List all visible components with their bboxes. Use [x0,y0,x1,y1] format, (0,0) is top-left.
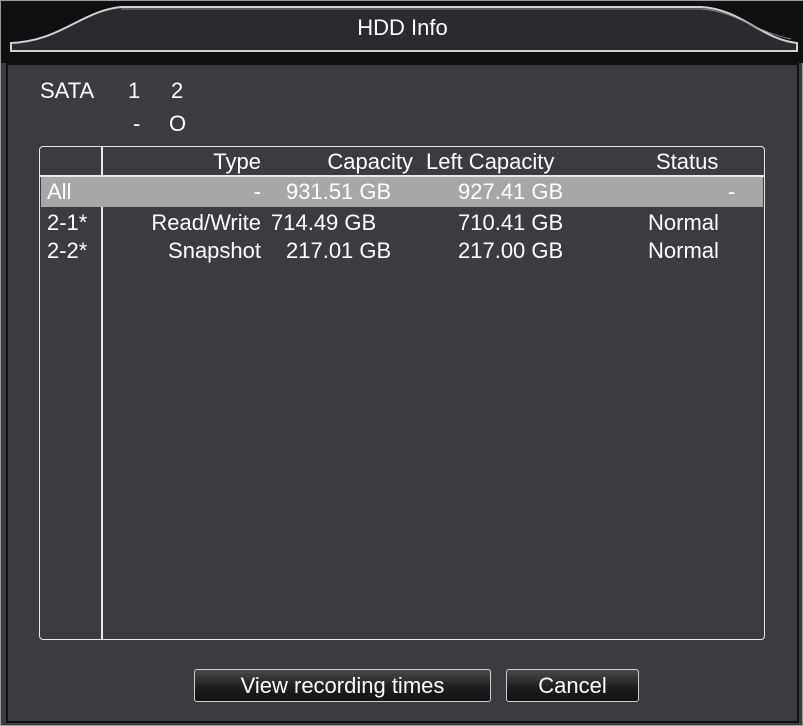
window-title: HDD Info [357,15,448,40]
row-2-1-id[interactable]: 2-1* [47,210,87,236]
row-2-2-type[interactable]: Snapshot [109,238,261,264]
row-2-2-id[interactable]: 2-2* [47,238,87,264]
row-2-1-type[interactable]: Read/Write [109,210,261,236]
row-all-id[interactable]: All [47,179,71,205]
header-type: Type [213,149,261,174]
header-left-capacity: Left Capacity [426,149,555,174]
header-capacity: Capacity [327,149,413,174]
view-recording-times-button[interactable]: View recording times [194,669,491,702]
row-2-2-left-capacity[interactable]: 217.00 GB [458,238,563,264]
row-all-type[interactable]: - [109,179,261,205]
sata-port-2: 2 [171,78,184,103]
row-all-capacity[interactable]: 931.51 GB [286,179,391,205]
row-2-1-capacity[interactable]: 714.49 GB [271,210,376,236]
row-2-2-capacity[interactable]: 217.01 GB [286,238,391,264]
sata-port-2-status: O [169,111,187,136]
header-status: Status [656,149,719,174]
row-2-1-left-capacity[interactable]: 710.41 GB [458,210,563,236]
row-all-left-capacity[interactable]: 927.41 GB [458,179,563,205]
row-2-2-status[interactable]: Normal [648,238,719,264]
row-all-status[interactable]: - [728,179,735,205]
row-2-1-status[interactable]: Normal [648,210,719,236]
cancel-button[interactable]: Cancel [506,669,639,702]
sata-port-1-status: - [133,111,141,136]
table-column-divider [101,146,103,640]
sata-label: SATA [40,78,95,103]
title-bar: HDD Info [1,1,803,63]
sata-port-1: 1 [128,78,141,103]
hdd-info-dialog: HDD Info SATA 1 2 - O Type Capacity Left… [0,0,803,726]
